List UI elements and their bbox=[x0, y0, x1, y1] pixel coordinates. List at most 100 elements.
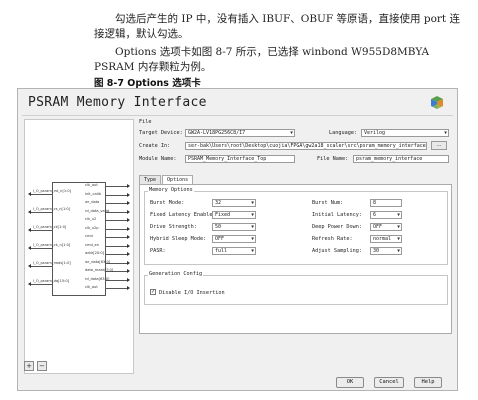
memory-option-label: Fixed Latency Enable: bbox=[150, 212, 216, 218]
pin-line bbox=[106, 186, 127, 187]
chevron-down-icon: ▼ bbox=[397, 249, 400, 254]
pin-label: I_O_psram_dq[15:0] bbox=[33, 279, 70, 283]
pin-arrow-icon bbox=[127, 286, 130, 290]
pin-label: rd_data_valid bbox=[85, 208, 109, 213]
cancel-button[interactable]: Cancel bbox=[374, 377, 404, 388]
pin-arrow-icon bbox=[127, 218, 130, 222]
pin-line bbox=[106, 254, 127, 255]
memory-option-label: Drive Strength: bbox=[150, 224, 197, 230]
disable-io-label: Disable I/O Insertion bbox=[159, 290, 225, 296]
pin-line bbox=[31, 194, 52, 195]
pin-label: I_O_psram_rst_n[1:0] bbox=[33, 189, 72, 193]
disable-io-checkbox[interactable]: ✓ bbox=[150, 289, 156, 295]
zoom-out-icon[interactable]: − bbox=[37, 361, 47, 371]
tab-bar: Type Options bbox=[139, 175, 194, 184]
pin-arrow-icon bbox=[127, 235, 130, 239]
generation-config-title: Generation Config bbox=[148, 271, 204, 277]
memory-option-select[interactable]: OFF ▼ bbox=[212, 235, 256, 243]
pin-arrow-icon bbox=[127, 209, 130, 214]
pin-arrow-icon bbox=[127, 201, 130, 205]
help-button[interactable]: Help bbox=[414, 377, 442, 388]
pin-line bbox=[31, 230, 52, 231]
memory-option-select-2[interactable]: 30 ▼ bbox=[370, 247, 402, 255]
pin-line bbox=[106, 228, 127, 230]
pin-label: cmd_en bbox=[85, 242, 100, 247]
chevron-down-icon: ▼ bbox=[251, 201, 254, 206]
memory-option-select-2[interactable]: 6 ▼ bbox=[370, 211, 402, 219]
chevron-down-icon: ▼ bbox=[290, 131, 293, 136]
pin-line bbox=[106, 288, 127, 289]
memory-option-select[interactable]: 50 ▼ bbox=[212, 223, 256, 231]
pin-line bbox=[106, 220, 127, 221]
pin-label: I_O_psram_rwds[1:0] bbox=[33, 261, 71, 265]
file-group-title: File bbox=[139, 119, 152, 125]
chevron-down-icon: ▼ bbox=[251, 225, 254, 230]
pin-label: data_mask[7:0] bbox=[85, 268, 114, 272]
options-tab-body: Memory Options Burst Mode: 32 ▼ Burst Num: 8… bbox=[139, 184, 452, 334]
create-in-field[interactable]: ser-bak\Users\root\Desktop\cuojia\FPGA\g… bbox=[185, 142, 427, 150]
pin-label: clk_x2p bbox=[85, 225, 99, 230]
memory-option-select[interactable]: 32 ▼ bbox=[212, 199, 256, 207]
doc-paragraph-1: 勾选后产生的 IP 中，没有插入 IBUF、OBUF 等原语，直接使用 port… bbox=[94, 13, 460, 40]
memory-option-label: Burst Mode: bbox=[150, 200, 185, 206]
pin-line bbox=[106, 237, 127, 238]
memory-option-label-2: Burst Num: bbox=[312, 200, 344, 206]
memory-option-label-2: Adjust Sampling: bbox=[312, 248, 362, 254]
memory-option-select-2[interactable]: normal ▼ bbox=[370, 235, 402, 243]
chevron-down-icon: ▼ bbox=[251, 249, 254, 254]
pin-arrow-icon bbox=[127, 277, 130, 282]
chevron-down-icon: ▼ bbox=[397, 225, 400, 230]
doc-paragraph-2: Options 选项卡如图 8-7 所示，已选择 winbond W955D8M… bbox=[94, 46, 430, 73]
language-select[interactable]: Verilog ▼ bbox=[361, 129, 449, 137]
pin-label: I_O_psram_ck[1:0] bbox=[33, 225, 67, 229]
chevron-down-icon: ▼ bbox=[397, 237, 400, 242]
pin-arrow-icon bbox=[127, 226, 130, 231]
target-device-label: Target Device: bbox=[139, 130, 183, 136]
pin-arrow-icon bbox=[127, 192, 130, 197]
pin-label: clk_out bbox=[85, 285, 98, 289]
memory-option-field-2[interactable]: 8 bbox=[370, 199, 402, 207]
pin-arrow-icon bbox=[127, 184, 130, 188]
pin-label: addr[20:0] bbox=[85, 251, 105, 255]
file-name-field[interactable]: psram_memory_interface bbox=[353, 155, 449, 163]
memory-option-select[interactable]: full ▼ bbox=[212, 247, 256, 255]
pin-arrow-icon bbox=[127, 243, 130, 248]
pin-label: clk_out bbox=[85, 183, 98, 187]
pin-line bbox=[106, 245, 127, 247]
pin-label: rd_data[63:0] bbox=[85, 276, 110, 281]
tab-options[interactable]: Options bbox=[162, 175, 194, 184]
ip-cube-logo-icon bbox=[431, 96, 443, 109]
ok-button[interactable]: OK bbox=[336, 377, 364, 388]
pin-line bbox=[31, 248, 52, 249]
pin-line bbox=[31, 284, 52, 285]
memory-option-label-2: Deep Power Down: bbox=[312, 224, 362, 230]
zoom-in-icon[interactable]: + bbox=[24, 361, 34, 371]
chevron-down-icon: ▼ bbox=[444, 131, 447, 136]
memory-option-label: PASR: bbox=[150, 248, 166, 254]
memory-option-label: Hybrid Sleep Mode: bbox=[150, 236, 207, 242]
pin-line bbox=[106, 203, 127, 204]
ip-symbol-panel: I_O_psram_rst_n[1:0] I_O_psram_cs_n[1:0] I… bbox=[24, 119, 134, 374]
pin-label: cmd bbox=[85, 234, 93, 238]
memory-option-label-2: Initial Latency: bbox=[312, 212, 362, 218]
pin-label: I_O_psram_cs_n[1:0] bbox=[33, 207, 71, 211]
memory-option-select[interactable]: Fixed ▼ bbox=[212, 211, 256, 219]
pin-label: wr_data bbox=[85, 200, 100, 204]
title-separator bbox=[22, 115, 453, 116]
pin-arrow-icon bbox=[127, 252, 130, 256]
memory-option-select-2[interactable]: OFF ▼ bbox=[370, 223, 402, 231]
memory-option-label-2: Refresh Rate: bbox=[312, 236, 353, 242]
target-device-select[interactable]: GW2A-LV18PG256C8/I7 ▼ bbox=[185, 129, 295, 137]
module-name-field[interactable]: PSRAM_Memory_Interface_Top bbox=[185, 155, 295, 163]
pin-arrow-icon bbox=[127, 260, 130, 265]
pin-label: init_calib bbox=[85, 191, 101, 196]
tab-type[interactable]: Type bbox=[139, 175, 162, 184]
module-name-label: Module Name: bbox=[139, 156, 177, 162]
pin-line bbox=[31, 212, 52, 213]
pin-line bbox=[106, 194, 127, 196]
figure-caption: 图 8-7 Options 选项卡 bbox=[94, 78, 201, 89]
memory-options-title: Memory Options bbox=[148, 187, 194, 193]
psram-dialog: PSRAM Memory Interface I_O_psram_rst_n[1… bbox=[17, 88, 458, 391]
chevron-down-icon: ▼ bbox=[251, 213, 254, 218]
browse-button[interactable]: ... bbox=[431, 141, 447, 150]
